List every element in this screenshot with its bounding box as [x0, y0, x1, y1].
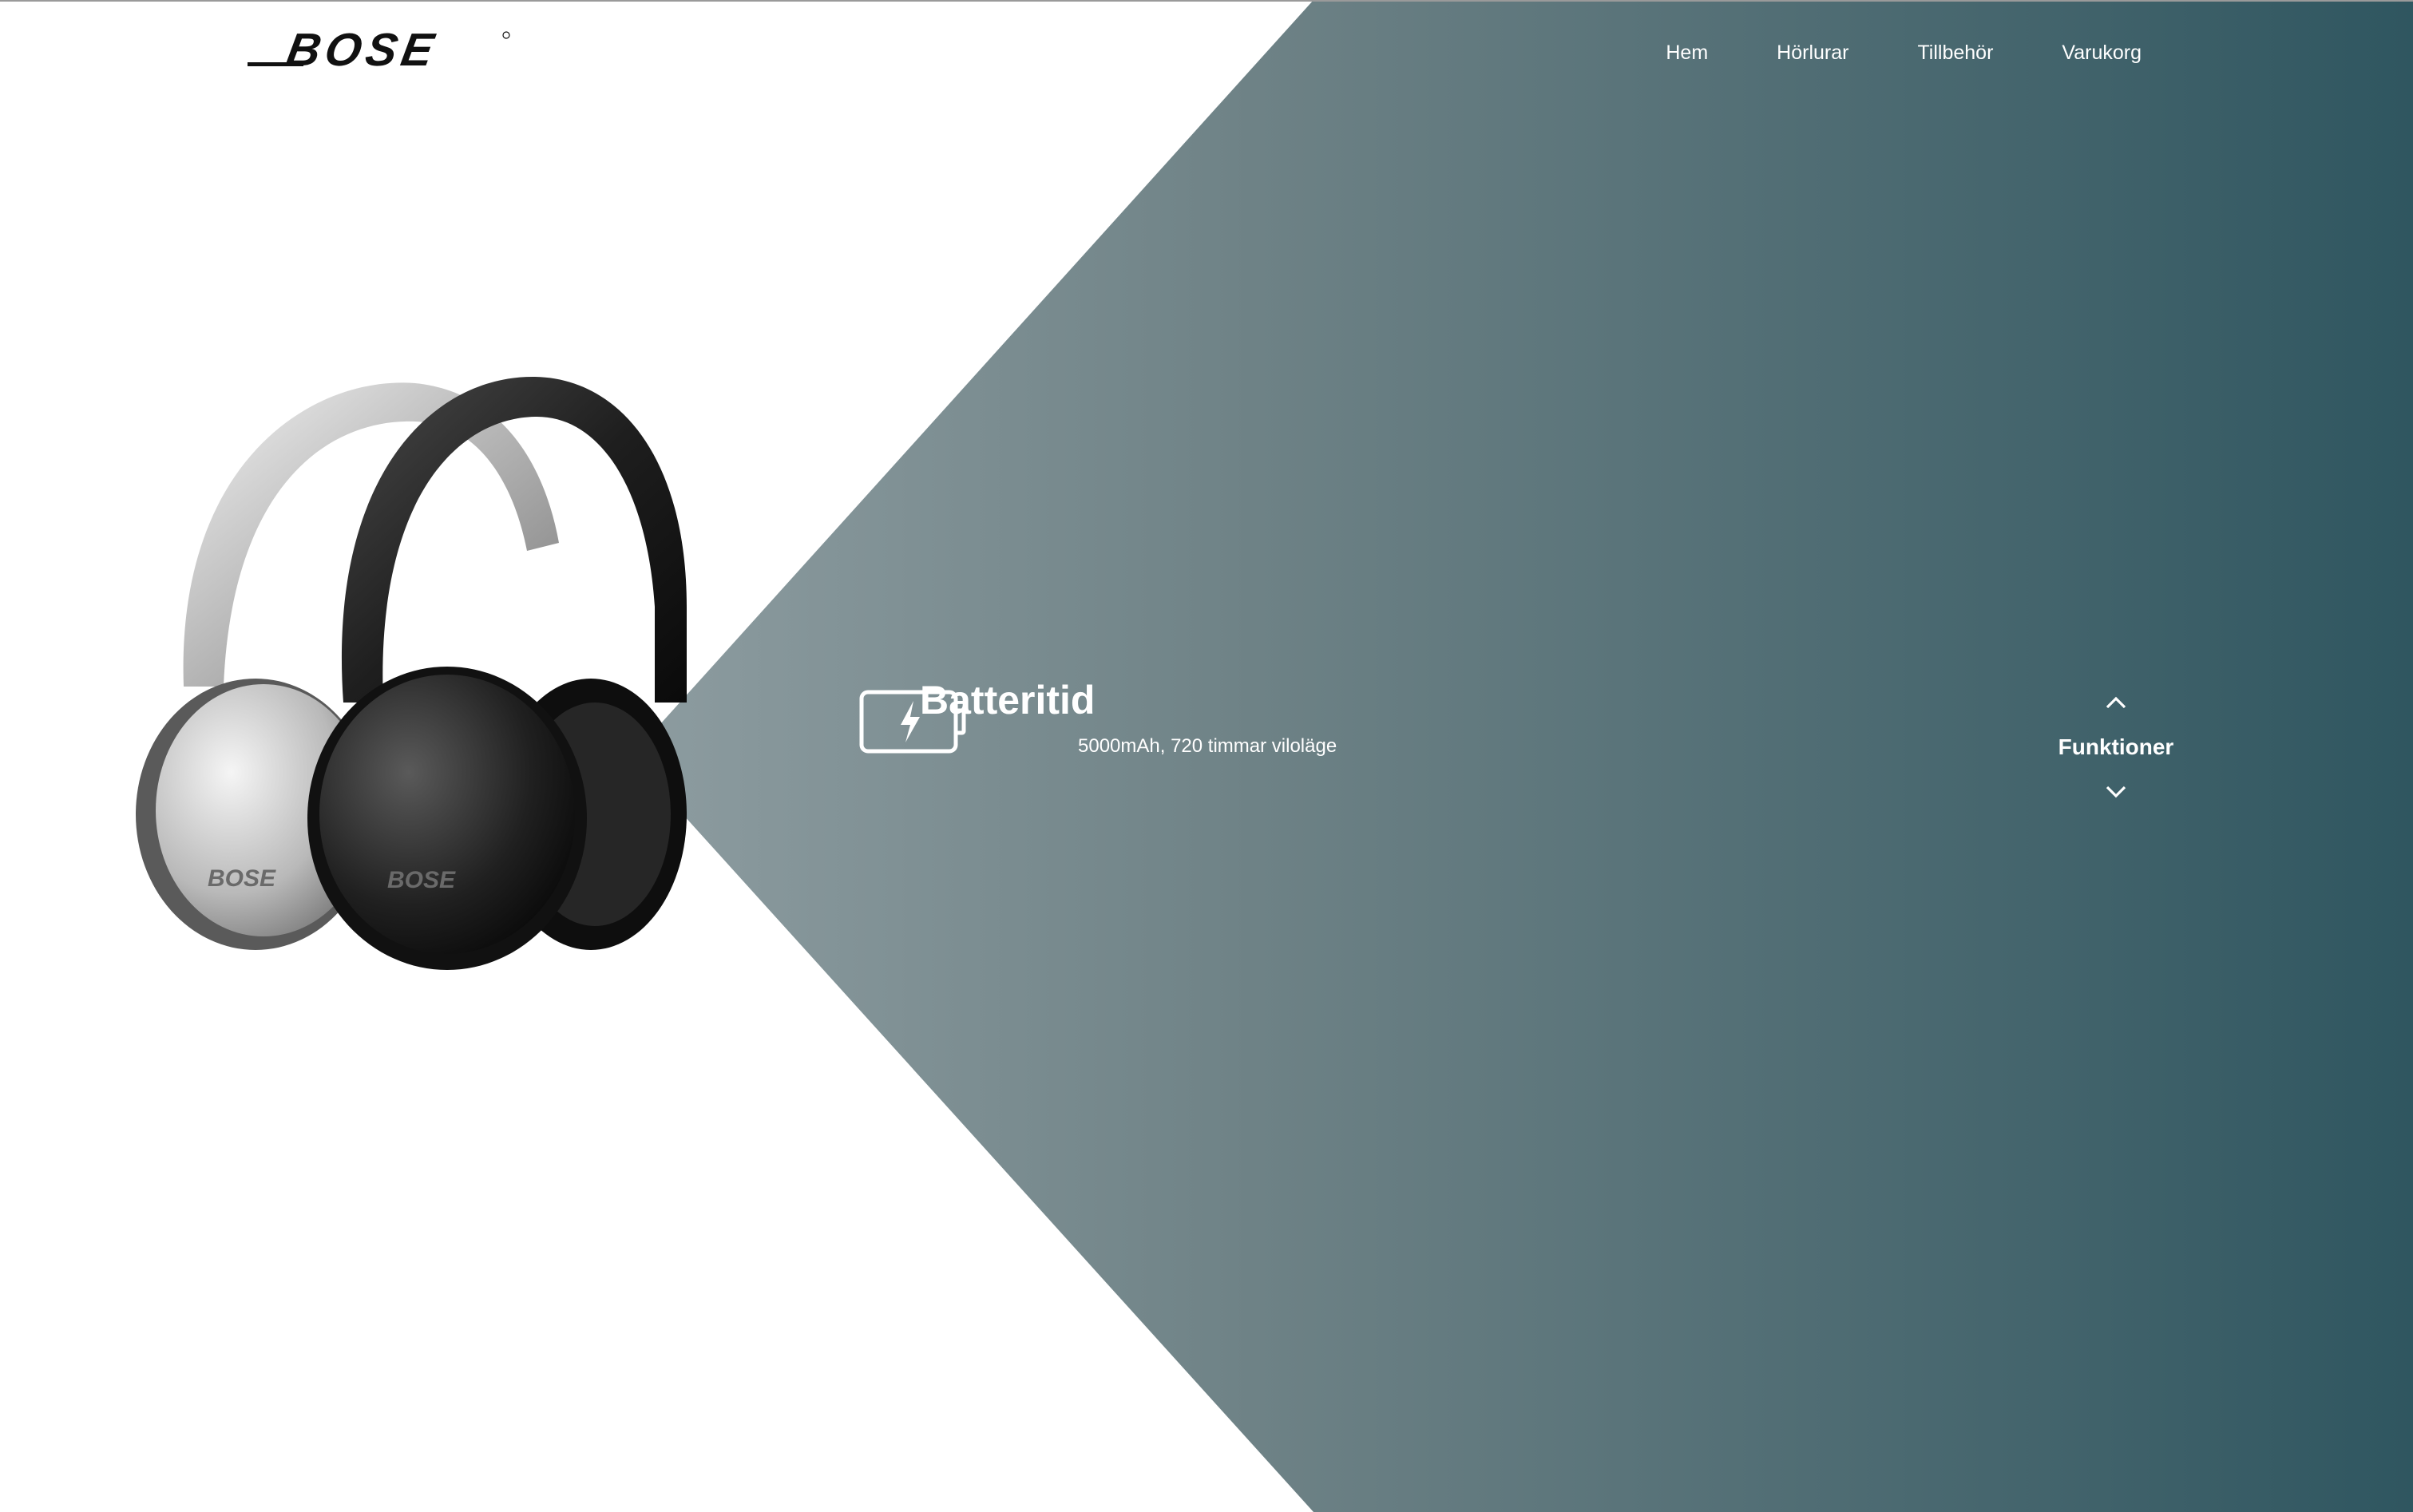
feature-block: Batteritid 5000mAh, 720 timmar viloläge	[859, 675, 1337, 757]
main-nav: Hem Hörlurar Tillbehör Varukorg	[1597, 35, 2142, 70]
feature-switcher: Funktioner	[2052, 695, 2180, 800]
chevron-down-icon[interactable]	[2104, 784, 2128, 800]
svg-text:BOSE: BOSE	[387, 867, 456, 893]
bose-logo[interactable]: BOSE	[244, 30, 513, 72]
bose-logo-mark: BOSE	[248, 30, 510, 72]
headphones-illustration: BOSE BOSE	[136, 376, 687, 970]
svg-text:BOSE: BOSE	[283, 30, 442, 72]
svg-text:BOSE: BOSE	[208, 865, 276, 892]
chevron-up-icon[interactable]	[2104, 695, 2128, 710]
nav-item-hem[interactable]: Hem	[1666, 35, 1708, 70]
top-border	[0, 0, 2413, 2]
page: BOSE Hem Hörlurar Tillbehör Varukorg BOS…	[0, 0, 2413, 1512]
nav-item-varukorg[interactable]: Varukorg	[2062, 35, 2142, 70]
feature-title: Batteritid	[920, 678, 1096, 722]
headphones-image: BOSE BOSE	[128, 367, 767, 998]
feature-switcher-label: Funktioner	[2058, 734, 2174, 759]
feature-subtitle: 5000mAh, 720 timmar viloläge	[1078, 735, 1337, 757]
nav-item-horlurar[interactable]: Hörlurar	[1777, 35, 1848, 70]
nav-item-tillbehor[interactable]: Tillbehör	[1917, 35, 1993, 70]
